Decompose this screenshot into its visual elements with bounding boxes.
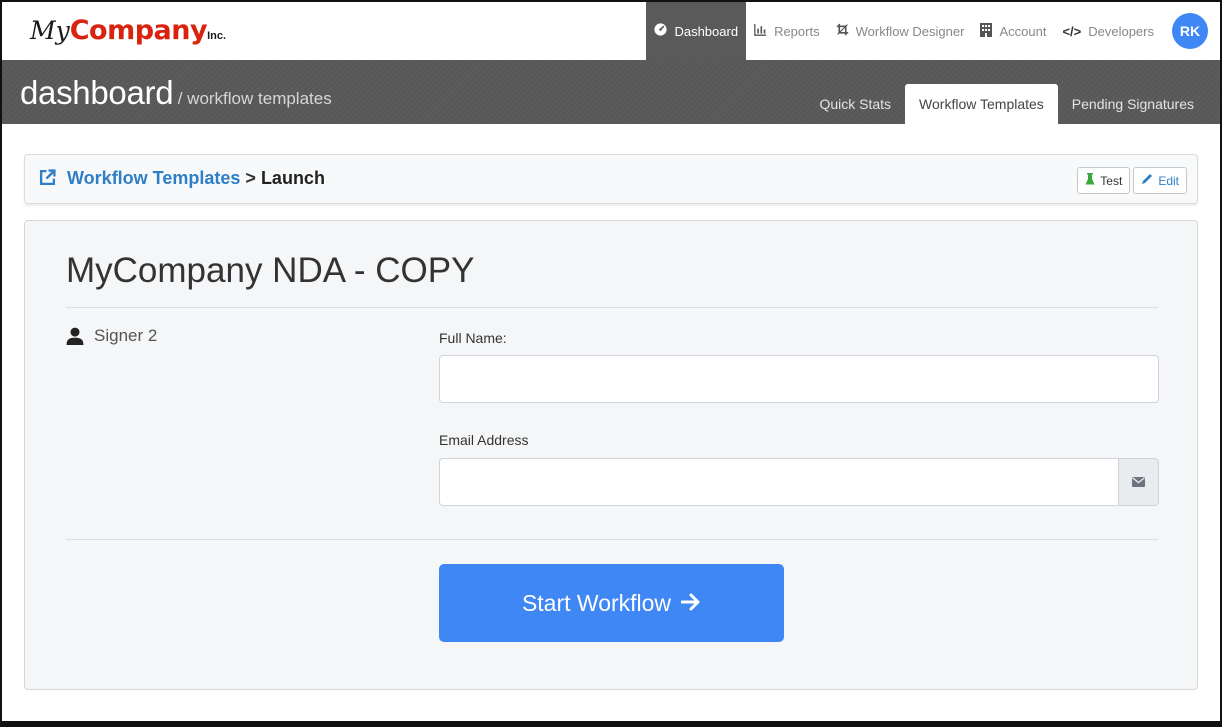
app-window: MyCompanyInc. Dashboard Reports Workflow…: [0, 0, 1222, 727]
start-workflow-button[interactable]: Start Workflow: [439, 564, 784, 642]
dashboard-gauge-icon: [654, 23, 668, 39]
breadcrumb-link-workflow-templates[interactable]: Workflow Templates: [67, 168, 240, 188]
full-name-input[interactable]: [439, 355, 1159, 403]
nav-account[interactable]: Account: [972, 2, 1054, 60]
flask-icon: [1085, 173, 1095, 188]
breadcrumb-current: Launch: [260, 168, 325, 188]
email-input[interactable]: [439, 458, 1119, 506]
edit-button[interactable]: Edit: [1133, 167, 1187, 194]
breadcrumb: Workflow Templates > Launch Test Edit: [24, 154, 1198, 204]
page-title-sub: / workflow templates: [177, 89, 332, 108]
code-brackets-icon: </>: [1062, 23, 1082, 39]
page-header: dashboard / workflow templates Quick Sta…: [2, 60, 1220, 124]
page-title-main: dashboard: [20, 74, 174, 111]
breadcrumb-separator: >: [245, 168, 256, 188]
user-icon: [66, 327, 84, 345]
nav-workflow-designer-label: Workflow Designer: [855, 23, 965, 39]
nav-dashboard-label: Dashboard: [674, 23, 739, 39]
page-title: dashboard / workflow templates: [20, 74, 332, 112]
tab-workflow-templates[interactable]: Workflow Templates: [905, 84, 1058, 124]
tab-pending-signatures[interactable]: Pending Signatures: [1058, 84, 1208, 124]
bar-chart-icon: [754, 23, 767, 39]
top-navbar: MyCompanyInc. Dashboard Reports Workflow…: [2, 2, 1220, 60]
divider: [66, 307, 1158, 308]
arrow-right-icon: [680, 590, 701, 617]
email-addon: [1118, 458, 1159, 506]
tab-quick-stats[interactable]: Quick Stats: [805, 84, 905, 124]
signer-name: Signer 2: [94, 326, 158, 345]
signer-label: Signer 2: [66, 326, 157, 346]
crop-tool-icon: [836, 23, 849, 39]
full-name-label: Full Name:: [439, 330, 507, 346]
nav-reports-label: Reports: [774, 23, 820, 39]
breadcrumb-trail: Workflow Templates > Launch: [39, 168, 325, 189]
logo-company: Company: [69, 15, 208, 46]
building-icon: [980, 22, 993, 40]
envelope-icon: [1132, 477, 1145, 487]
nav-account-label: Account: [999, 23, 1047, 39]
nav-developers[interactable]: </> Developers: [1054, 2, 1162, 60]
company-logo[interactable]: MyCompanyInc.: [30, 12, 226, 54]
nav-dashboard[interactable]: Dashboard: [646, 2, 747, 60]
breadcrumb-actions: Test Edit: [1077, 167, 1187, 194]
test-button-label: Test: [1100, 173, 1123, 188]
nav-workflow-designer[interactable]: Workflow Designer: [828, 2, 973, 60]
start-workflow-label: Start Workflow: [521, 589, 672, 616]
user-avatar[interactable]: RK: [1172, 13, 1208, 49]
main-nav: Dashboard Reports Workflow Designer Acco…: [646, 2, 1208, 60]
divider: [66, 539, 1158, 540]
email-label: Email Address: [439, 432, 529, 448]
logo-inc: Inc.: [207, 30, 227, 42]
edit-button-label: Edit: [1158, 173, 1179, 188]
test-button[interactable]: Test: [1077, 167, 1131, 194]
nav-reports[interactable]: Reports: [746, 2, 828, 60]
template-title: MyCompany NDA - COPY: [66, 251, 475, 290]
logo-my: My: [30, 16, 70, 45]
header-tabs: Quick Stats Workflow Templates Pending S…: [805, 84, 1208, 124]
nav-developers-label: Developers: [1088, 23, 1154, 39]
launch-form-card: MyCompany NDA - COPY Signer 2 Full Name:…: [24, 220, 1198, 690]
pencil-icon: [1141, 173, 1153, 188]
external-link-icon[interactable]: [39, 168, 61, 188]
